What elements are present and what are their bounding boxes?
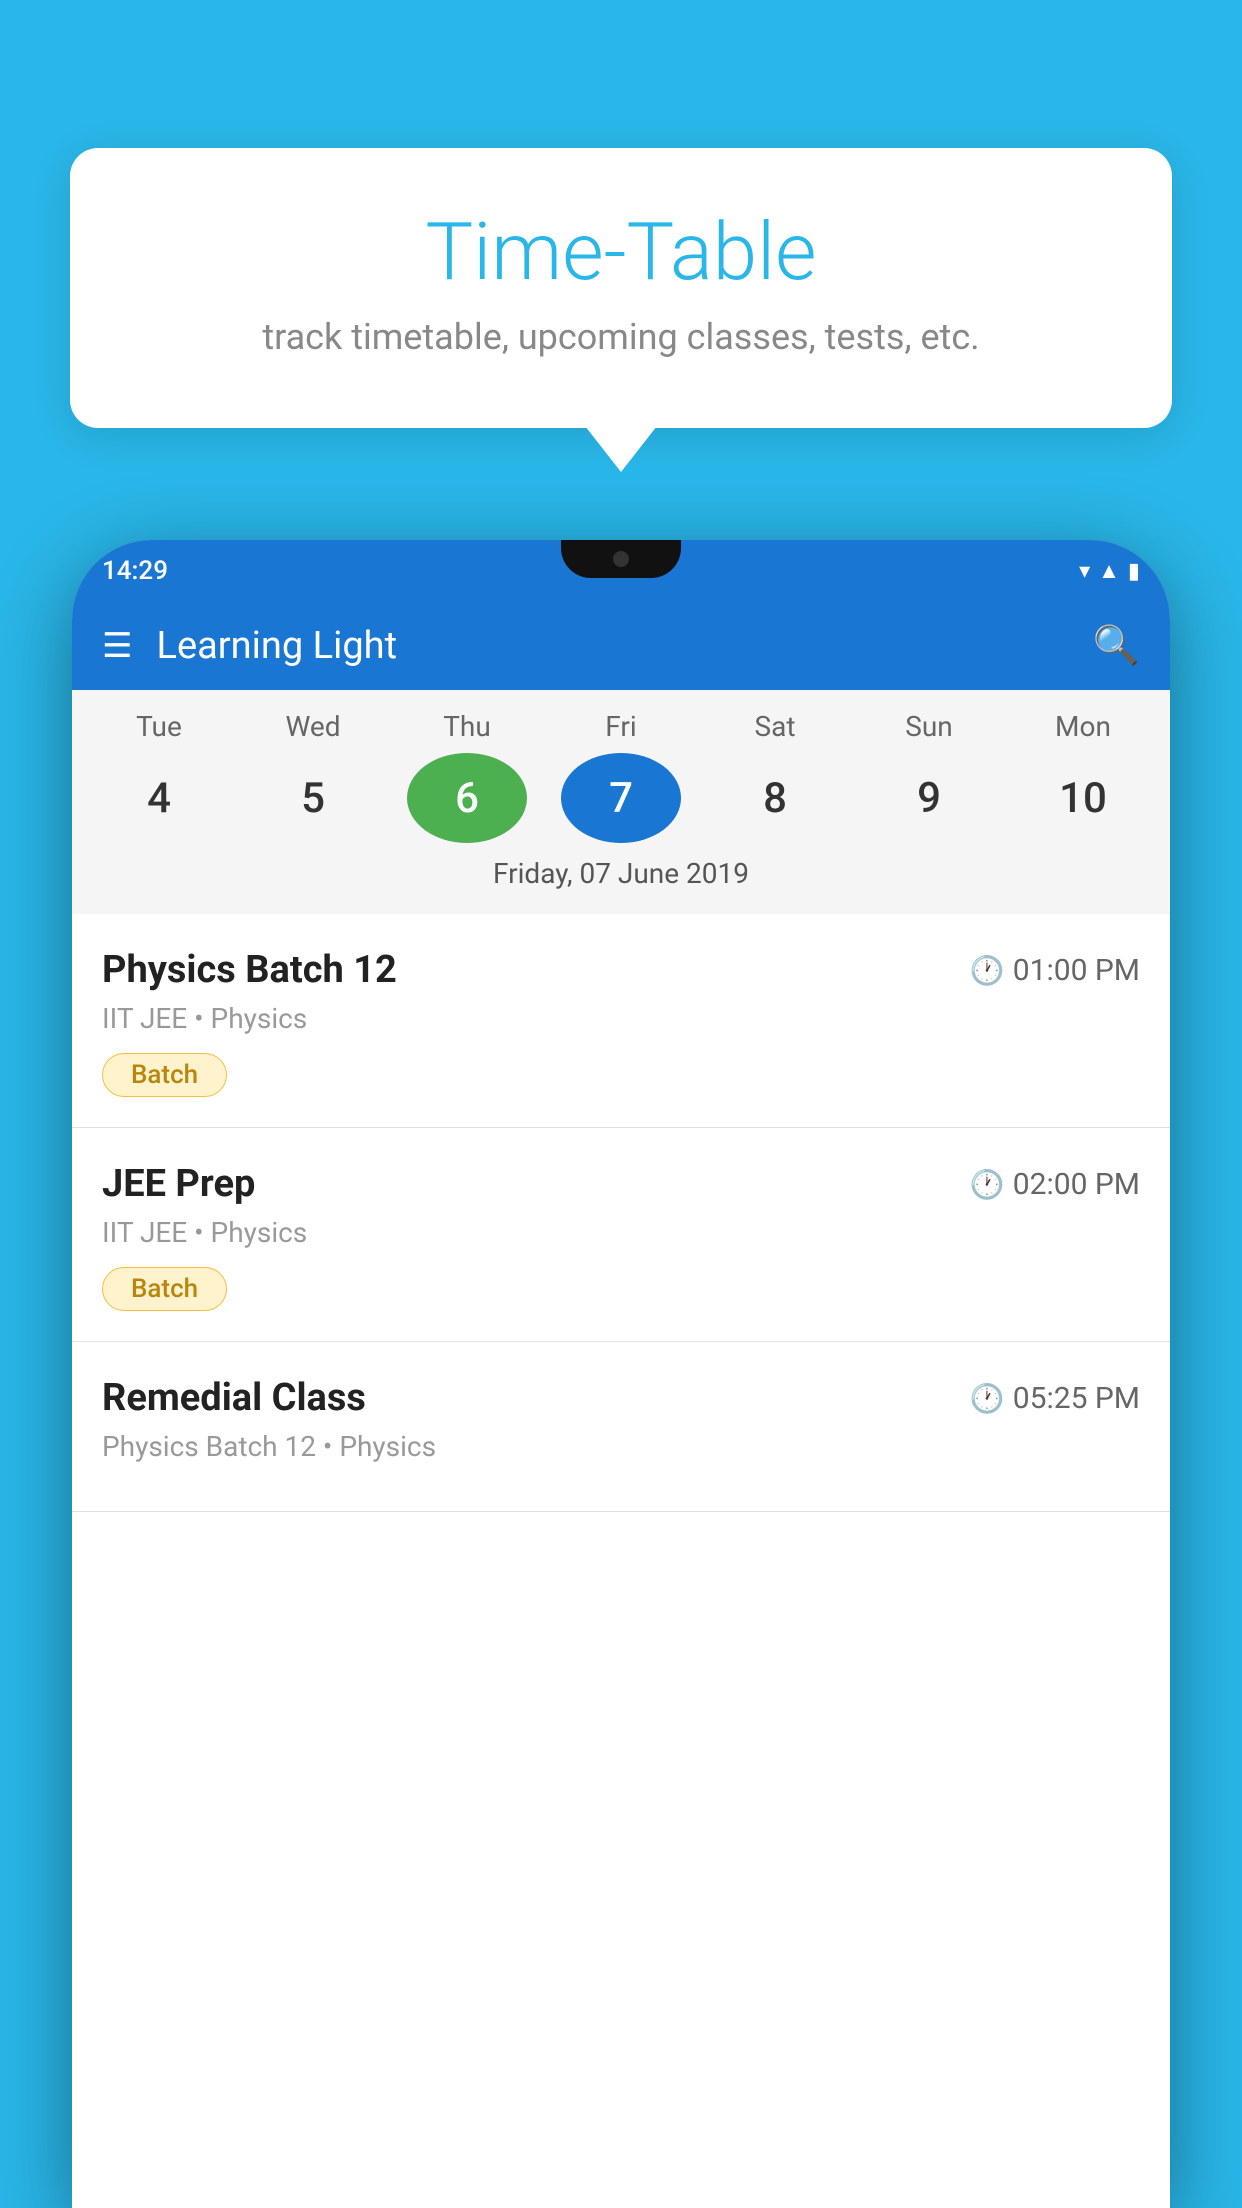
calendar-strip: Tue Wed Thu Fri Sat Sun Mon 4 5 6 7 8 9 … [72,690,1170,914]
schedule-content: Physics Batch 12 🕐 01:00 PM IIT JEE • Ph… [72,914,1170,2208]
schedule-item-2-subtitle: IIT JEE • Physics [102,1216,1140,1249]
day-4[interactable]: 4 [99,753,219,843]
schedule-item-1-subtitle: IIT JEE • Physics [102,1002,1140,1035]
day-10[interactable]: 10 [1023,753,1143,843]
schedule-item-2-header: JEE Prep 🕐 02:00 PM [102,1162,1140,1206]
selected-date-label: Friday, 07 June 2019 [72,843,1170,904]
status-time: 14:29 [102,556,168,586]
day-5[interactable]: 5 [253,753,373,843]
tooltip-title: Time-Table [130,208,1112,296]
day-header-mon: Mon [1023,710,1143,743]
battery-icon: ▮ [1128,559,1140,584]
schedule-item-3-header: Remedial Class 🕐 05:25 PM [102,1376,1140,1420]
phone-frame: 14:29 ▾ ▲ ▮ ☰ Learning Light 🔍 Tue Wed T… [72,540,1170,2208]
day-header-tue: Tue [99,710,219,743]
day-header-sat: Sat [715,710,835,743]
schedule-item-2[interactable]: JEE Prep 🕐 02:00 PM IIT JEE • Physics Ba… [72,1128,1170,1342]
schedule-item-3-time: 🕐 05:25 PM [970,1381,1140,1416]
hamburger-icon[interactable]: ☰ [102,626,132,666]
clock-icon-1: 🕐 [970,954,1005,987]
status-bar: 14:29 ▾ ▲ ▮ [72,540,1170,602]
schedule-item-1-time: 🕐 01:00 PM [970,953,1140,988]
day-headers: Tue Wed Thu Fri Sat Sun Mon [72,710,1170,743]
search-icon[interactable]: 🔍 [1093,624,1140,668]
schedule-item-3-subtitle: Physics Batch 12 • Physics [102,1430,1140,1463]
schedule-item-1-header: Physics Batch 12 🕐 01:00 PM [102,948,1140,992]
tooltip-card: Time-Table track timetable, upcoming cla… [70,148,1172,428]
signal-icon: ▲ [1098,558,1120,584]
day-8[interactable]: 8 [715,753,835,843]
phone-screen: 14:29 ▾ ▲ ▮ ☰ Learning Light 🔍 Tue Wed T… [72,540,1170,2208]
clock-icon-2: 🕐 [970,1168,1005,1201]
wifi-icon: ▾ [1079,559,1090,584]
day-9[interactable]: 9 [869,753,989,843]
day-7-selected[interactable]: 7 [561,753,681,843]
batch-badge-2: Batch [102,1267,227,1311]
camera-dot [613,551,629,567]
app-toolbar: ☰ Learning Light 🔍 [72,602,1170,690]
schedule-item-2-time: 🕐 02:00 PM [970,1167,1140,1202]
status-icons: ▾ ▲ ▮ [1079,558,1140,584]
schedule-item-3-title: Remedial Class [102,1376,366,1420]
notch [561,540,681,578]
tooltip-subtitle: track timetable, upcoming classes, tests… [130,316,1112,358]
day-6-today[interactable]: 6 [407,753,527,843]
schedule-item-3[interactable]: Remedial Class 🕐 05:25 PM Physics Batch … [72,1342,1170,1512]
day-header-sun: Sun [869,710,989,743]
schedule-item-2-title: JEE Prep [102,1162,255,1206]
app-title: Learning Light [156,624,1092,668]
day-header-thu: Thu [407,710,527,743]
clock-icon-3: 🕐 [970,1382,1005,1415]
batch-badge-1: Batch [102,1053,227,1097]
day-numbers: 4 5 6 7 8 9 10 [72,753,1170,843]
day-header-wed: Wed [253,710,373,743]
day-header-fri: Fri [561,710,681,743]
schedule-item-1[interactable]: Physics Batch 12 🕐 01:00 PM IIT JEE • Ph… [72,914,1170,1128]
schedule-item-1-title: Physics Batch 12 [102,948,397,992]
